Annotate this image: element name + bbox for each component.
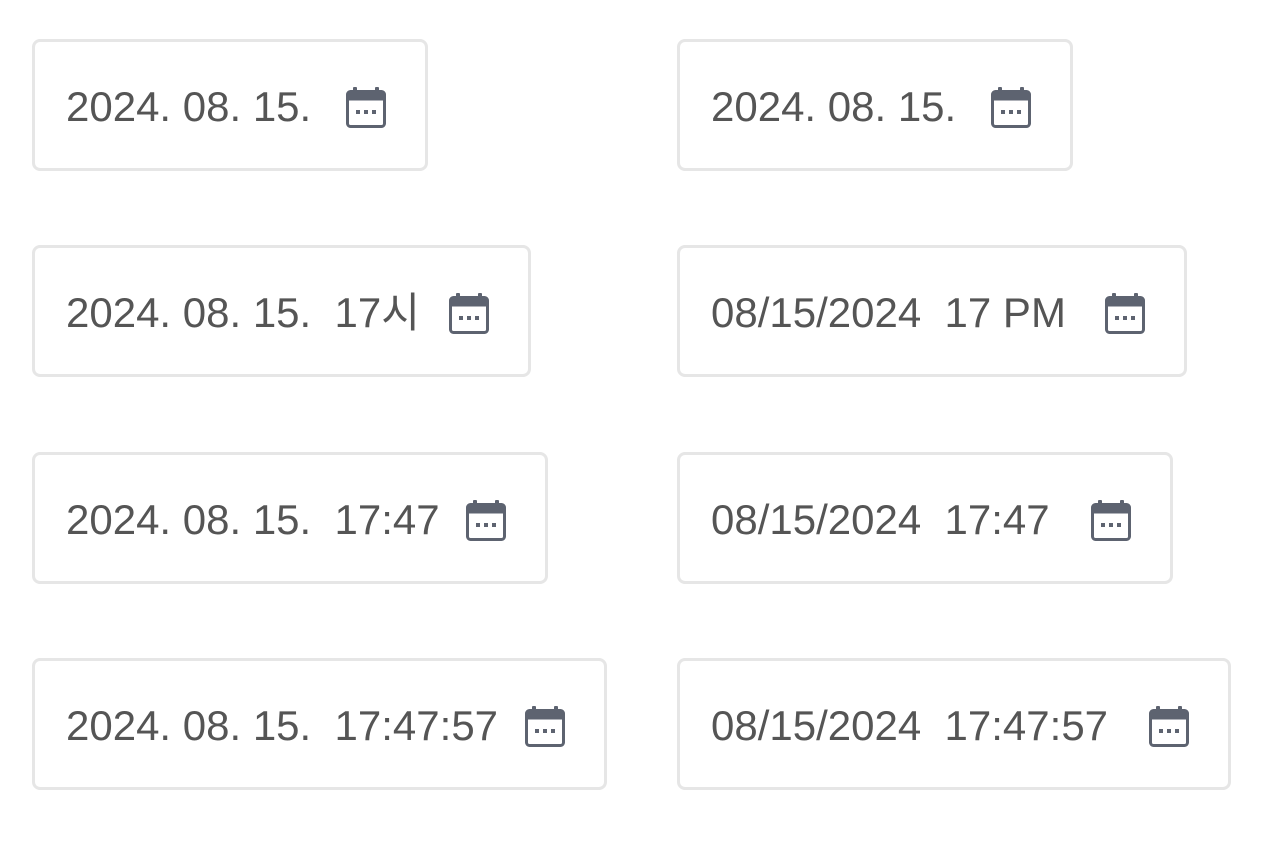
date-input-value: 2024. 08. 15. <box>711 83 957 130</box>
datetime-minute-input-en[interactable]: 08/15/2024 17:47 <box>677 452 1173 584</box>
date-input-value: 08/15/2024 17:47 <box>711 496 1050 543</box>
calendar-icon[interactable] <box>449 292 489 334</box>
datetime-minute-input-ko[interactable]: 2024. 08. 15. 17:47 <box>32 452 548 584</box>
date-input-value: 08/15/2024 17:47:57 <box>711 702 1109 749</box>
calendar-icon[interactable] <box>1149 705 1189 747</box>
date-input-en[interactable]: 2024. 08. 15. <box>677 39 1073 171</box>
calendar-icon[interactable] <box>1091 499 1131 541</box>
datetime-second-input-en[interactable]: 08/15/2024 17:47:57 <box>677 658 1231 790</box>
date-input-value: 2024. 08. 15. <box>66 83 312 130</box>
calendar-icon[interactable] <box>346 86 386 128</box>
date-input-value: 2024. 08. 15. 17시 <box>66 289 420 336</box>
date-input-value: 2024. 08. 15. 17:47 <box>66 496 440 543</box>
datetime-second-input-ko[interactable]: 2024. 08. 15. 17:47:57 <box>32 658 607 790</box>
calendar-icon[interactable] <box>525 705 565 747</box>
date-input-value: 08/15/2024 17 PM <box>711 289 1066 336</box>
calendar-icon[interactable] <box>1105 292 1145 334</box>
datetime-hour-input-ko[interactable]: 2024. 08. 15. 17시 <box>32 245 531 377</box>
date-input-ko[interactable]: 2024. 08. 15. <box>32 39 428 171</box>
datetime-hour-input-en[interactable]: 08/15/2024 17 PM <box>677 245 1187 377</box>
calendar-icon[interactable] <box>991 86 1031 128</box>
calendar-icon[interactable] <box>466 499 506 541</box>
date-input-value: 2024. 08. 15. 17:47:57 <box>66 702 499 749</box>
